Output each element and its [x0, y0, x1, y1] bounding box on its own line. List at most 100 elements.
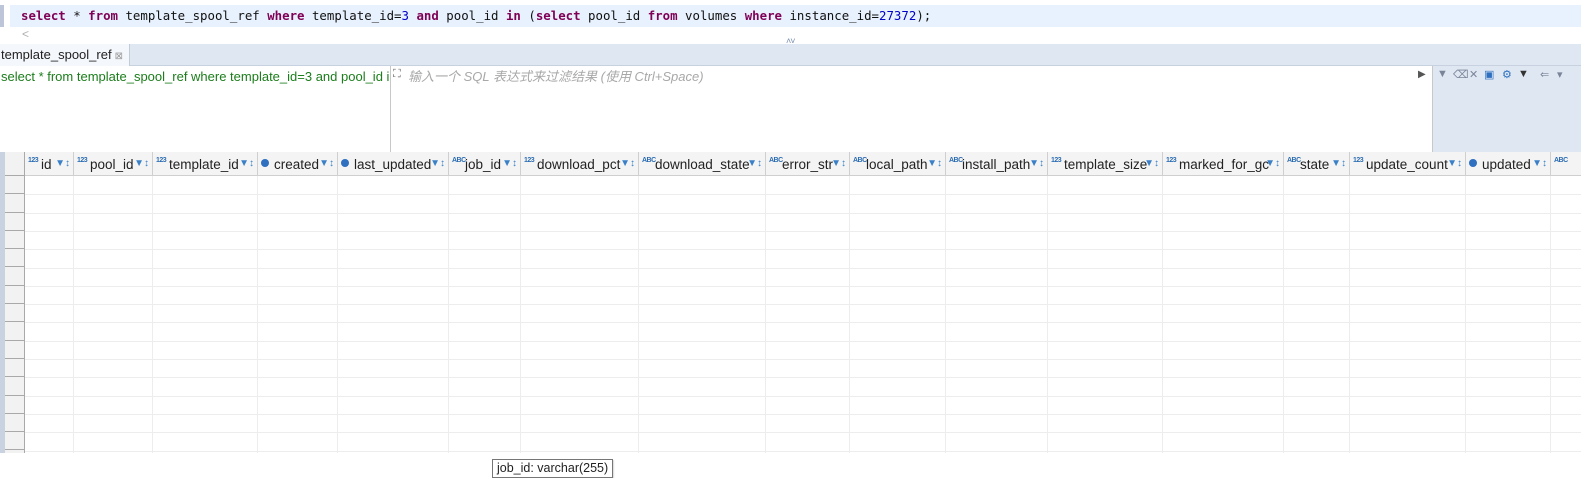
- sql-keyword: where: [267, 8, 305, 23]
- column-header-template_size[interactable]: 123 template_size ▼↕: [1048, 152, 1163, 176]
- grid-row-line: [25, 212, 1581, 214]
- row-number-cell[interactable]: [5, 359, 24, 378]
- row-number-cell[interactable]: [5, 414, 24, 433]
- text-type-icon: ABC: [452, 157, 466, 164]
- row-number-cell[interactable]: [5, 249, 24, 268]
- sort-filter-icon[interactable]: ▼↕: [1532, 152, 1547, 176]
- dropdown-icon[interactable]: ▼: [1437, 68, 1448, 80]
- row-number-cell[interactable]: [5, 341, 24, 359]
- column-header-more[interactable]: ABC: [1551, 152, 1581, 176]
- column-label: created: [274, 157, 320, 172]
- column-header-state[interactable]: ABC state ▼↕: [1284, 152, 1350, 176]
- column-header-pool_id[interactable]: 123 pool_id ▼↕: [74, 152, 153, 176]
- sql-text: (: [520, 8, 536, 23]
- row-number-cell[interactable]: [5, 377, 24, 396]
- row-number-cell[interactable]: [5, 231, 24, 250]
- row-number-cell[interactable]: [5, 213, 24, 231]
- sql-keyword: and: [416, 8, 439, 23]
- numeric-type-icon: 123: [1166, 157, 1177, 164]
- column-header-local_path[interactable]: ABC local_path ▼↕: [850, 152, 946, 176]
- sort-filter-icon[interactable]: ▼↕: [134, 152, 149, 176]
- column-header-last_updated[interactable]: last_updated ▼↕: [338, 152, 449, 176]
- grid-column-line: [1162, 176, 1163, 453]
- column-label: install_path: [962, 157, 1031, 172]
- scroll-left-icon[interactable]: <: [22, 27, 29, 41]
- tab-template-spool-ref[interactable]: template_spool_ref ⊠: [0, 44, 130, 66]
- sort-filter-icon[interactable]: ▼↕: [927, 152, 942, 176]
- history-icon[interactable]: ▶: [1418, 69, 1426, 80]
- column-label: error_str: [782, 157, 834, 172]
- sort-filter-icon[interactable]: ▼↕: [747, 152, 762, 176]
- row-number-cell[interactable]: [5, 194, 24, 213]
- grid-row-line: [25, 285, 1581, 287]
- text-type-icon: ABC: [949, 157, 963, 164]
- grid-header: 123 id ▼↕ 123 pool_id ▼↕ 123 template_id ▼↕ creat…: [25, 152, 1581, 176]
- column-header-marked_for_gc[interactable]: 123 marked_for_gc ▼↕: [1163, 152, 1284, 176]
- numeric-type-icon: 123: [28, 157, 39, 164]
- sql-editor[interactable]: select * from template_spool_ref where t…: [0, 0, 1581, 46]
- text-type-icon: ABC: [1554, 157, 1568, 164]
- sort-filter-icon[interactable]: ▼↕: [319, 152, 334, 176]
- column-header-created[interactable]: created ▼↕: [258, 152, 338, 176]
- column-header-download_state[interactable]: ABC download_state ▼↕: [639, 152, 766, 176]
- row-number-cell[interactable]: [5, 432, 24, 451]
- sort-filter-icon[interactable]: ▼↕: [239, 152, 254, 176]
- filter-icon[interactable]: ⛶: [393, 68, 401, 81]
- column-header-install_path[interactable]: ABC install_path ▼↕: [946, 152, 1048, 176]
- column-header-job_id[interactable]: ABC job_id ▼↕: [449, 152, 521, 176]
- sql-keyword: select: [21, 8, 66, 23]
- settings-icon[interactable]: ⚙: [1502, 68, 1512, 81]
- row-number-cell[interactable]: [5, 396, 24, 414]
- row-number-cell[interactable]: [5, 286, 24, 305]
- grid-row-line: [25, 413, 1581, 415]
- query-text[interactable]: select * from template_spool_ref where t…: [1, 69, 389, 84]
- sql-text: template_spool_ref: [118, 8, 268, 23]
- filter-clear-icon[interactable]: ✕: [1469, 68, 1478, 81]
- numeric-type-icon: 123: [1353, 157, 1364, 164]
- filter-input[interactable]: [408, 69, 1408, 84]
- tab-label: template_spool_ref: [1, 47, 112, 62]
- column-header-updated[interactable]: updated ▼↕: [1466, 152, 1551, 176]
- sql-text: template_id=: [304, 8, 402, 23]
- sort-filter-icon[interactable]: ▼↕: [831, 152, 846, 176]
- column-tooltip: job_id: varchar(255): [492, 459, 614, 478]
- sort-filter-icon[interactable]: ▼↕: [1447, 152, 1462, 176]
- save-icon[interactable]: ▣: [1484, 68, 1494, 81]
- row-number-header: [5, 152, 24, 176]
- grid-column-line: [1550, 176, 1551, 453]
- erase-icon[interactable]: ⌫: [1453, 68, 1469, 81]
- column-header-template_id[interactable]: 123 template_id ▼↕: [153, 152, 258, 176]
- chevron-down-icon[interactable]: ▼: [1518, 68, 1529, 80]
- grid-body[interactable]: [25, 176, 1581, 453]
- filter-toolbar: ▼ ⌫ ✕ ▣ ⚙ ▼ ⇐ ▾: [1433, 66, 1581, 152]
- row-number-cell[interactable]: [5, 176, 24, 195]
- sql-text: pool_id: [580, 8, 648, 23]
- filter-panel: select * from template_spool_ref where t…: [0, 66, 1581, 152]
- sql-number: 27372: [879, 8, 917, 23]
- close-icon[interactable]: ⊠: [115, 51, 123, 62]
- column-header-error_str[interactable]: ABC error_str ▼↕: [766, 152, 850, 176]
- dropdown-icon[interactable]: ▾: [1557, 68, 1563, 81]
- sort-filter-icon[interactable]: ▼↕: [1265, 152, 1280, 176]
- row-number-cell[interactable]: [5, 267, 24, 286]
- sort-filter-icon[interactable]: ▼↕: [1331, 152, 1346, 176]
- back-icon[interactable]: ⇐: [1540, 68, 1549, 81]
- row-number-cell[interactable]: [5, 304, 24, 323]
- column-header-download_pct[interactable]: 123 download_pct ▼↕: [521, 152, 639, 176]
- text-type-icon: ABC: [769, 157, 783, 164]
- sort-filter-icon[interactable]: ▼↕: [430, 152, 445, 176]
- column-header-id[interactable]: 123 id ▼↕: [25, 152, 74, 176]
- results-grid[interactable]: 123 id ▼↕ 123 pool_id ▼↕ 123 template_id ▼↕ creat…: [0, 152, 1581, 478]
- sort-filter-icon[interactable]: ▼↕: [1029, 152, 1044, 176]
- sort-filter-icon[interactable]: ▼↕: [620, 152, 635, 176]
- sort-filter-icon[interactable]: ▼↕: [1144, 152, 1159, 176]
- grid-column-line: [448, 176, 449, 453]
- column-header-update_count[interactable]: 123 update_count ▼↕: [1350, 152, 1466, 176]
- grid-column-line: [337, 176, 338, 453]
- sql-line[interactable]: select * from template_spool_ref where t…: [10, 5, 1581, 27]
- text-type-icon: ABC: [853, 157, 867, 164]
- sort-filter-icon[interactable]: ▼↕: [502, 152, 517, 176]
- row-number-cell[interactable]: [5, 322, 24, 341]
- results-tab-bar: template_spool_ref ⊠: [0, 44, 1581, 66]
- sort-filter-icon[interactable]: ▼↕: [55, 152, 70, 176]
